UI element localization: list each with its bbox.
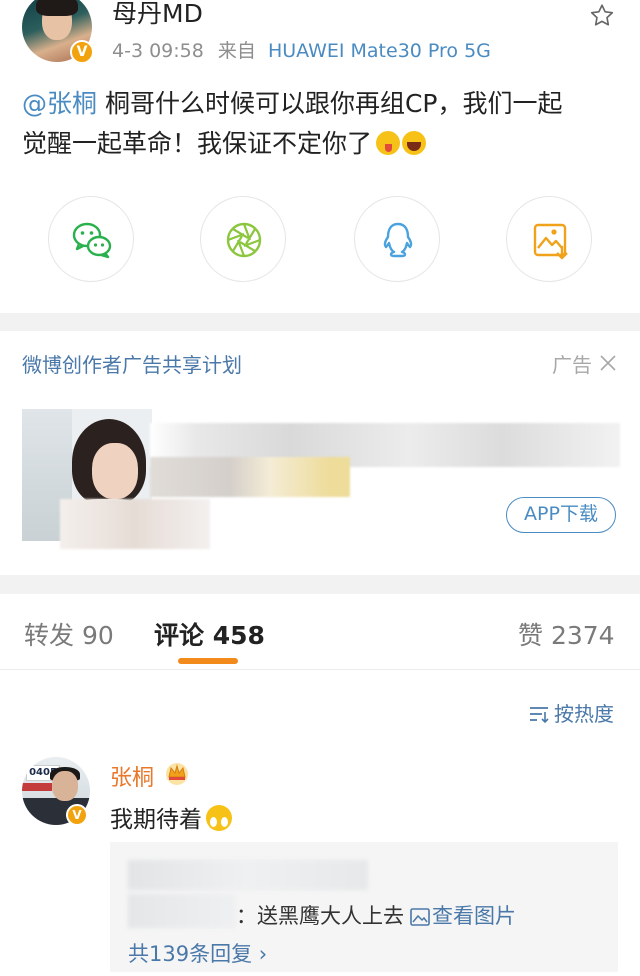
post-text-line2: 觉醒一起革命！我保证不定你了 <box>22 129 373 158</box>
sort-label: 按热度 <box>554 702 614 726</box>
reply-count-link[interactable]: 共139条回复 › <box>128 938 267 968</box>
tab-repost[interactable]: 转发 90 <box>24 616 114 652</box>
comment-body: 我期待着 <box>110 807 202 833</box>
ad-tag: 广告 <box>552 353 592 377</box>
reply-blurred-name <box>128 860 368 890</box>
crown-icon <box>166 763 188 785</box>
app-download-button[interactable]: APP下载 <box>506 497 616 533</box>
mention-link[interactable]: @张桐 <box>22 89 97 118</box>
post-card: V 母丹MD 4-3 09:58 来自 HUAWEI Mate30 Pro 5G… <box>0 0 640 313</box>
reply-blurred-name <box>128 894 236 928</box>
share-qq-button[interactable] <box>354 196 440 282</box>
post-meta: 4-3 09:58 来自 HUAWEI Mate30 Pro 5G <box>112 36 491 63</box>
commenter-verified-badge: V <box>66 804 88 826</box>
commenter-name[interactable]: 张桐 <box>110 760 154 792</box>
share-wechat-button[interactable] <box>48 196 134 282</box>
tab-likes[interactable]: 赞 2374 <box>518 616 615 652</box>
section-divider <box>0 313 640 331</box>
reply-line: ：送黑鹰大人上去 查看图片 <box>236 900 516 930</box>
share-moments-button[interactable] <box>200 196 286 282</box>
section-divider <box>0 575 640 594</box>
author-name[interactable]: 母丹MD <box>112 0 203 30</box>
post-text: @张桐 桐哥什么时候可以跟你再组CP，我们一起 觉醒一起革命！我保证不定你了 <box>22 84 622 164</box>
ad-blurred-text <box>60 499 210 549</box>
qq-icon <box>383 222 413 258</box>
post-date: 4-3 09:58 <box>112 40 204 62</box>
save-image-button[interactable] <box>506 196 592 282</box>
comment-text: 我期待着 <box>110 800 232 834</box>
tab-comments[interactable]: 评论 458 <box>154 616 265 652</box>
laugh-emoji <box>402 131 427 155</box>
tongue-emoji <box>376 131 401 155</box>
wechat-icon <box>72 222 112 259</box>
reply-box[interactable]: ：送黑鹰大人上去 查看图片 共139条回复 › <box>110 842 618 972</box>
active-tab-indicator <box>178 658 238 664</box>
reply-text: ：送黑鹰大人上去 <box>236 904 404 928</box>
view-image-label: 查看图片 <box>432 904 516 928</box>
anticipation-emoji <box>206 805 232 831</box>
post-device[interactable]: HUAWEI Mate30 Pro 5G <box>268 40 491 62</box>
interaction-tabs: 转发 90 评论 458 赞 2374 <box>0 594 640 670</box>
ad-title[interactable]: 微博创作者广告共享计划 <box>22 349 242 378</box>
share-row <box>0 196 640 286</box>
sort-icon <box>530 707 549 724</box>
star-icon[interactable] <box>588 2 616 30</box>
image-icon <box>410 908 430 926</box>
view-image-link[interactable]: 查看图片 <box>410 904 516 928</box>
ad-blurred-text <box>150 457 350 497</box>
save-image-icon <box>533 223 568 260</box>
moments-icon <box>226 222 262 258</box>
sort-toggle[interactable]: 按热度 <box>528 698 614 727</box>
post-text-line1: 桐哥什么时候可以跟你再组CP，我们一起 <box>97 89 563 118</box>
post-source-prefix: 来自 <box>217 40 256 62</box>
ad-card[interactable]: 微博创作者广告共享计划 广告 APP下载 <box>0 331 640 575</box>
verified-badge: V <box>70 40 94 64</box>
close-icon[interactable] <box>598 353 618 373</box>
